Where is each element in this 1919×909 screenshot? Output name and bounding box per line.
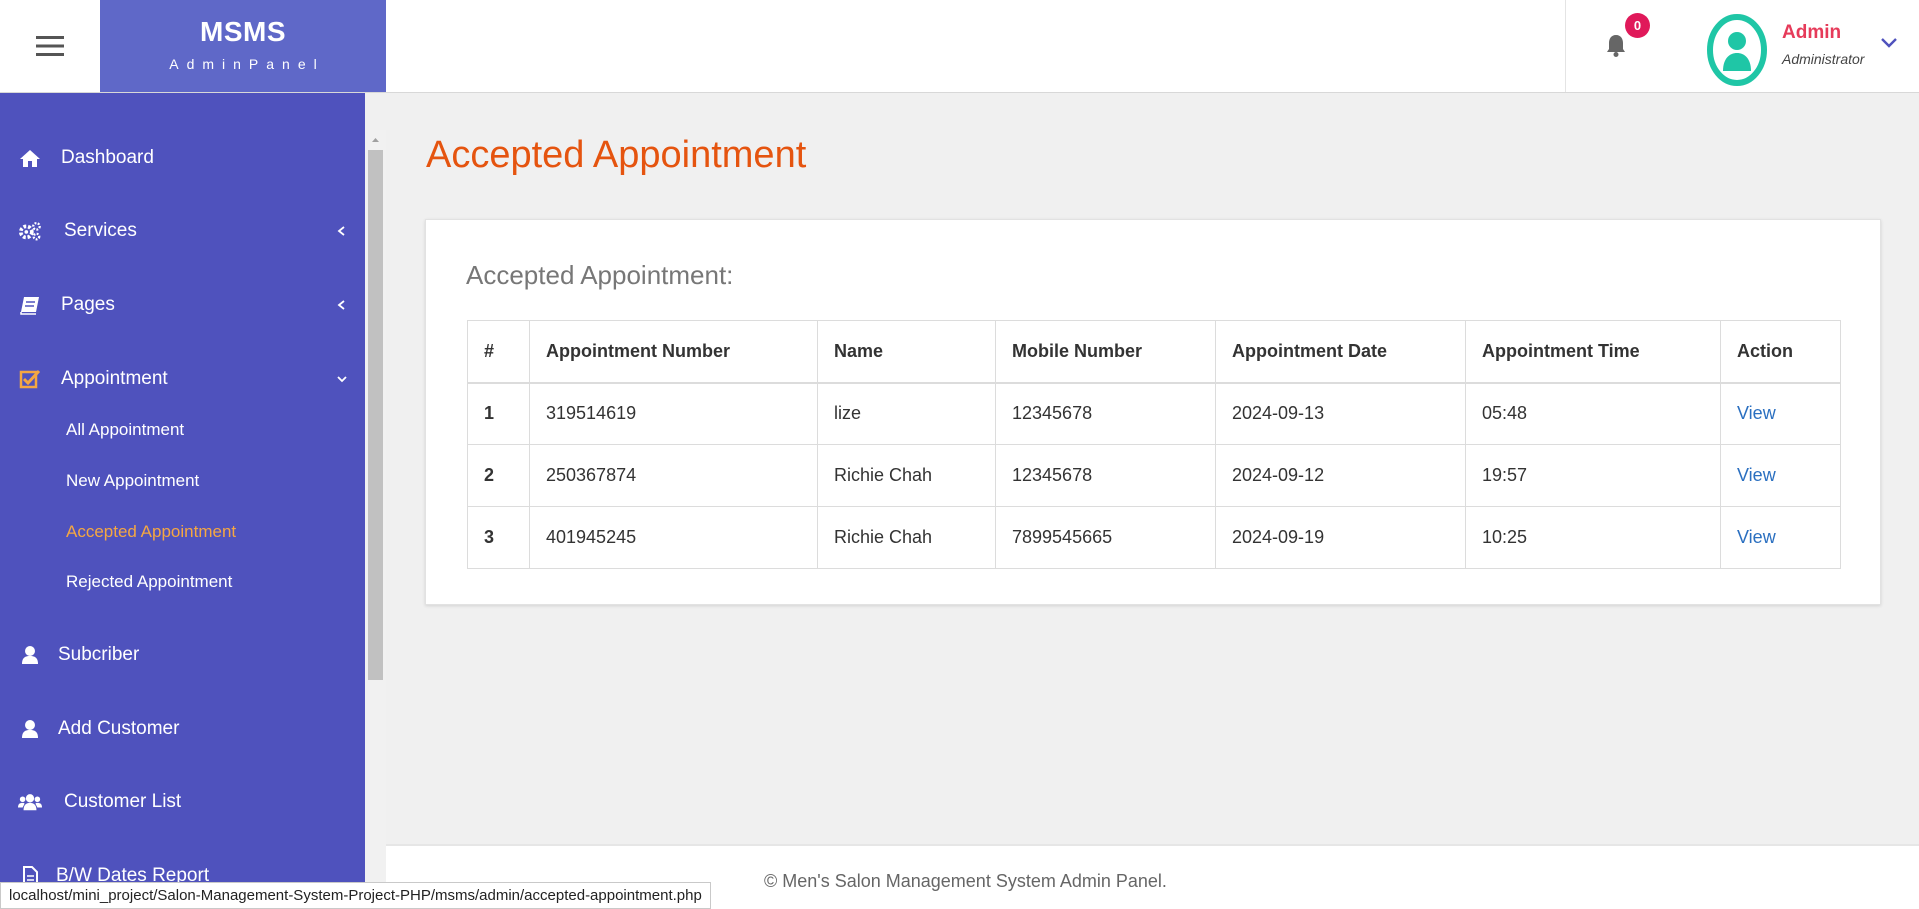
appointment-number: 319514619: [529, 382, 818, 445]
sidebar: Dashboard Services Pages Appointment All…: [0, 93, 365, 909]
brand-logo[interactable]: MSMS AdminPanel: [100, 0, 386, 92]
column-header: Name: [817, 320, 996, 384]
header-divider: [1565, 0, 1566, 92]
sidebar-item-customer-list[interactable]: Customer List: [0, 777, 365, 827]
customer-name: Richie Chah: [817, 506, 996, 569]
sidebar-item-label: Subcriber: [58, 644, 140, 665]
sidebar-item-dashboard[interactable]: Dashboard: [0, 133, 365, 183]
action-cell: View: [1720, 506, 1841, 569]
sidebar-subitem-new-appointment[interactable]: New Appointment: [66, 471, 199, 491]
scroll-up-arrow-icon[interactable]: [368, 134, 383, 146]
sidebar-subitem-accepted-appointment[interactable]: Accepted Appointment: [66, 522, 236, 542]
user-icon: [18, 718, 42, 740]
users-icon: [18, 791, 42, 813]
sidebar-item-label: Services: [64, 220, 137, 241]
menu-toggle-button[interactable]: [0, 0, 100, 92]
customer-name: Richie Chah: [817, 444, 996, 507]
appointment-time: 10:25: [1465, 506, 1721, 569]
sidebar-item-label: Pages: [61, 294, 115, 315]
table-row: 3 401945245 Richie Chah 7899545665 2024-…: [467, 506, 1841, 569]
appointment-date: 2024-09-13: [1215, 382, 1466, 445]
chevron-down-icon[interactable]: [1880, 36, 1898, 50]
hamburger-icon: [36, 36, 64, 56]
customer-name: lize: [817, 382, 996, 445]
sidebar-item-label: Dashboard: [61, 147, 154, 168]
sidebar-item-subcriber[interactable]: Subcriber: [0, 630, 365, 680]
mobile-number: 7899545665: [995, 506, 1216, 569]
row-index: 3: [467, 506, 530, 569]
sidebar-item-label: Add Customer: [58, 718, 180, 739]
view-link[interactable]: View: [1737, 527, 1776, 547]
view-link[interactable]: View: [1737, 403, 1776, 423]
gears-icon: [18, 220, 42, 242]
brand-name: MSMS: [200, 16, 286, 47]
checkbox-icon: [18, 368, 42, 390]
page-title: Accepted Appointment: [426, 134, 807, 176]
column-header: Appointment Time: [1465, 320, 1721, 384]
sidebar-subitem-rejected-appointment[interactable]: Rejected Appointment: [66, 572, 232, 592]
sidebar-subitem-all-appointment[interactable]: All Appointment: [66, 420, 184, 440]
sidebar-item-pages[interactable]: Pages: [0, 280, 365, 330]
appointments-table: # Appointment Number Name Mobile Number …: [467, 320, 1841, 569]
column-header: Appointment Date: [1215, 320, 1466, 384]
brand-subtitle: AdminPanel: [169, 56, 325, 72]
appointment-date: 2024-09-19: [1215, 506, 1466, 569]
home-icon: [18, 147, 42, 169]
sidebar-item-label: Appointment: [61, 368, 168, 389]
column-header: Appointment Number: [529, 320, 818, 384]
table-row: 2 250367874 Richie Chah 12345678 2024-09…: [467, 444, 1841, 507]
avatar-icon[interactable]: [1706, 13, 1768, 87]
mobile-number: 12345678: [995, 444, 1216, 507]
user-name[interactable]: Admin: [1782, 22, 1841, 44]
user-role: Administrator: [1782, 51, 1865, 67]
appointment-date: 2024-09-12: [1215, 444, 1466, 507]
appointment-time: 19:57: [1465, 444, 1721, 507]
sidebar-item-appointment[interactable]: Appointment: [0, 354, 365, 404]
sidebar-scrollbar-thumb[interactable]: [368, 150, 383, 680]
appointment-number: 401945245: [529, 506, 818, 569]
sidebar-item-services[interactable]: Services: [0, 206, 365, 256]
action-cell: View: [1720, 382, 1841, 445]
appointment-time: 05:48: [1465, 382, 1721, 445]
mobile-number: 12345678: [995, 382, 1216, 445]
browser-status-url: localhost/mini_project/Salon-Management-…: [0, 882, 711, 909]
footer-text: © Men's Salon Management System Admin Pa…: [764, 871, 1167, 891]
user-icon: [18, 644, 42, 666]
sidebar-item-label: Customer List: [64, 791, 182, 812]
chevron-left-icon: [337, 226, 345, 236]
row-index: 1: [467, 382, 530, 445]
table-header-row: # Appointment Number Name Mobile Number …: [467, 320, 1841, 384]
top-header: MSMS AdminPanel 0 Admin Administrator: [0, 0, 1919, 93]
book-icon: [18, 294, 42, 316]
appointment-number: 250367874: [529, 444, 818, 507]
table-row: 1 319514619 lize 12345678 2024-09-13 05:…: [467, 382, 1841, 445]
column-header: Mobile Number: [995, 320, 1216, 384]
column-header: #: [467, 320, 530, 384]
action-cell: View: [1720, 444, 1841, 507]
card-title: Accepted Appointment:: [466, 260, 734, 290]
chevron-down-icon: [337, 376, 347, 383]
appointments-card: Accepted Appointment: # Appointment Numb…: [425, 219, 1881, 605]
view-link[interactable]: View: [1737, 465, 1776, 485]
column-header: Action: [1720, 320, 1841, 384]
notification-badge: 0: [1625, 13, 1650, 38]
chevron-left-icon: [337, 300, 345, 310]
bell-icon[interactable]: [1604, 32, 1628, 58]
sidebar-item-add-customer[interactable]: Add Customer: [0, 704, 365, 754]
row-index: 2: [467, 444, 530, 507]
